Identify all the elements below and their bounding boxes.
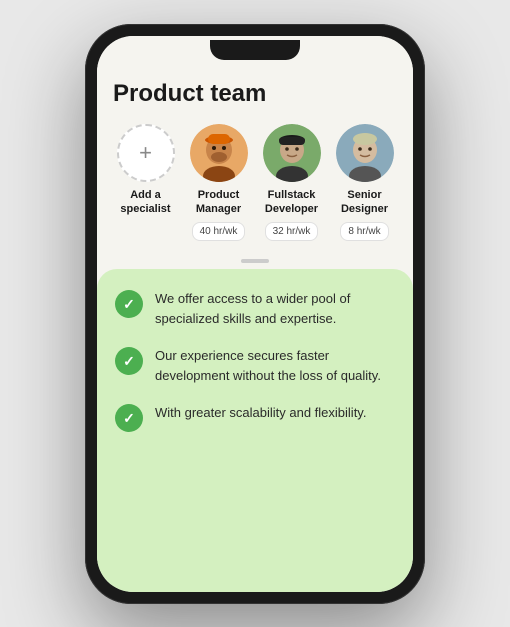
check-icon-1: ✓ [123,297,135,311]
member-pm-label: Product Manager [186,188,251,217]
team-section: Product team + Add aspecialist [97,64,413,254]
benefits-panel: ✓ We offer access to a wider pool of spe… [97,269,413,591]
notch [210,40,300,60]
avatar-sd-svg [336,124,394,182]
add-specialist-label: Add aspecialist [120,188,170,217]
benefit-text-2: Our experience secures faster developmen… [155,346,395,385]
scroll-indicator [97,253,413,269]
phone-screen: Product team + Add aspecialist [97,36,413,592]
member-fd-rate: 32 hr/wk [265,222,319,241]
top-bar [97,36,413,64]
check-circle-2: ✓ [115,347,143,375]
benefit-text-1: We offer access to a wider pool of speci… [155,289,395,328]
avatar-fd [263,124,321,182]
member-sd-label: Senior Designer [332,188,397,217]
benefit-item-1: ✓ We offer access to a wider pool of spe… [115,289,395,328]
check-circle-1: ✓ [115,290,143,318]
avatar-pm [190,124,248,182]
avatar-pm-svg [190,124,248,182]
avatar-sd [336,124,394,182]
member-sd: Senior Designer 8 hr/wk [332,124,397,242]
check-icon-3: ✓ [123,411,135,425]
app-content: Product team + Add aspecialist [97,64,413,592]
check-circle-3: ✓ [115,404,143,432]
team-title: Product team [113,80,397,108]
avatar-fd-svg [263,124,321,182]
scroll-dot [241,259,269,263]
check-icon-2: ✓ [123,354,135,368]
member-sd-rate: 8 hr/wk [340,222,388,241]
member-pm-rate: 40 hr/wk [192,222,246,241]
benefit-text-3: With greater scalability and flexibility… [155,403,366,423]
benefit-item-3: ✓ With greater scalability and flexibili… [115,403,395,432]
team-members: + Add aspecialist [113,124,397,242]
plus-icon: + [139,140,152,166]
member-pm: Product Manager 40 hr/wk [186,124,251,242]
add-specialist-item[interactable]: + Add aspecialist [113,124,178,217]
phone-frame: Product team + Add aspecialist [85,24,425,604]
member-fd-label: Fullstack Developer [259,188,324,217]
member-fd: Fullstack Developer 32 hr/wk [259,124,324,242]
benefit-item-2: ✓ Our experience secures faster developm… [115,346,395,385]
add-specialist-avatar[interactable]: + [117,124,175,182]
